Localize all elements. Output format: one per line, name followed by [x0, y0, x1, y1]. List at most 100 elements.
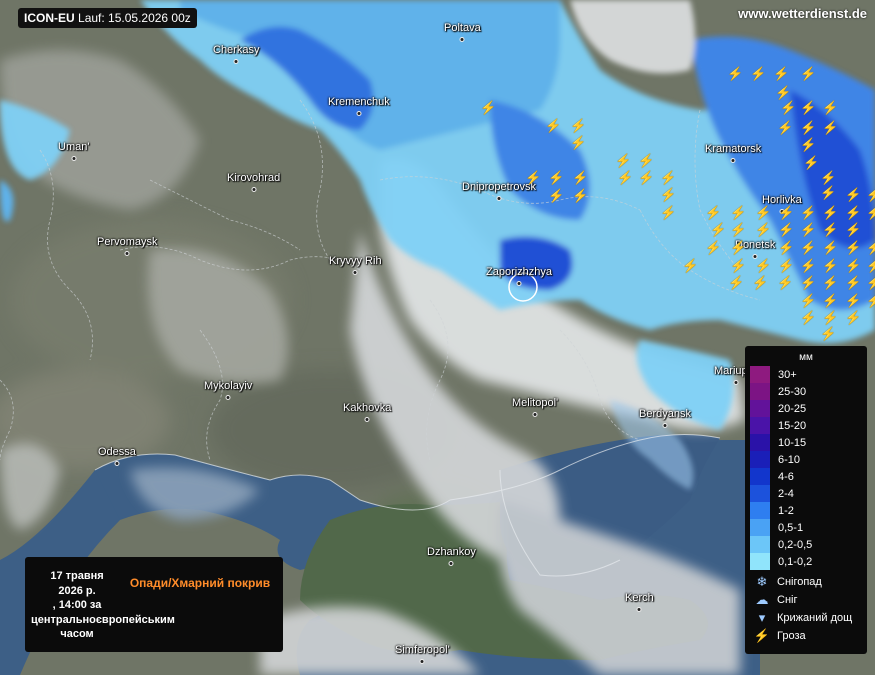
model-run-label: ICON-EU Lauf: 15.05.2026 00z	[18, 8, 197, 28]
lightning-icon: ⚡	[845, 275, 862, 290]
legend-color-swatch	[750, 451, 770, 468]
legend-color-swatch	[750, 502, 770, 519]
lightning-icon: ⚡	[660, 187, 677, 202]
legend-class-row: 0,5-1	[745, 519, 867, 536]
lightning-icon: ⚡	[822, 310, 839, 325]
city-label: Melitopol'	[512, 397, 559, 409]
legend-symbol-label: Сніг	[777, 594, 798, 606]
city-label: Simferopol'	[395, 644, 450, 656]
lightning-icon: ⚡	[572, 188, 589, 203]
city-label: Cherkasy	[213, 44, 260, 56]
lightning-icon: ⚡	[548, 170, 565, 185]
lightning-icon: ⚡	[866, 205, 875, 220]
lightning-icon: ⚡	[778, 222, 795, 237]
model-name: ICON-EU	[24, 11, 75, 25]
lightning-icon: ⚡	[682, 258, 699, 273]
legend-class-row: 0,1-0,2	[745, 553, 867, 570]
forecast-info-box: 17 травня 2026 р. , 14:00 за центральноє…	[25, 557, 283, 652]
city-label: Kerch	[625, 592, 654, 604]
lightning-icon: ⚡	[866, 258, 875, 273]
lightning-icon: ⚡	[822, 275, 839, 290]
lightning-icon: ⚡	[800, 258, 817, 273]
lightning-icon: ⚡	[845, 293, 862, 308]
date-line: , 14:00 за	[52, 599, 102, 611]
legend-color-swatch	[750, 366, 770, 383]
legend-color-swatch	[750, 400, 770, 417]
lightning-icon: ⚡	[728, 275, 745, 290]
lightning-icon: ⚡	[845, 240, 862, 255]
legend-class-label: 15-20	[778, 419, 807, 432]
lightning-icon: ⚡	[820, 326, 837, 341]
lightning-icon: ⚡	[705, 205, 722, 220]
lightning-icon: ⚡	[615, 153, 632, 168]
legend-class-row: 1-2	[745, 502, 867, 519]
city-label: Kirovohrad	[227, 172, 281, 184]
lightning-icon: ⚡	[845, 258, 862, 273]
lightning-icon: ⚡	[730, 222, 747, 237]
lightning-icon: ⚡	[800, 205, 817, 220]
legend-class-label: 1-2	[778, 504, 794, 517]
city-label: Kramatorsk	[705, 143, 762, 155]
lightning-icon: ⚡	[777, 275, 794, 290]
lightning-icon: ⚡	[570, 135, 587, 150]
lightning-icon: ⚡	[730, 205, 747, 220]
legend-class-row: 15-20	[745, 417, 867, 434]
lightning-icon: ⚡	[545, 118, 562, 133]
snow-cloud-icon: ☁	[755, 592, 769, 607]
lightning-icon: ⚡	[778, 258, 795, 273]
lightning-icon: ⚡	[822, 100, 839, 115]
lightning-icon: ⚡	[727, 66, 744, 81]
lightning-icon: ⚡	[800, 120, 817, 135]
legend-class-row: 30+	[745, 366, 867, 383]
lightning-icon: ⚡	[800, 240, 817, 255]
lightning-icon: ⚡	[822, 120, 839, 135]
freezing-rain-icon: ▾	[758, 610, 766, 625]
legend-class-label: 25-30	[778, 385, 807, 398]
lightning-icon: ⚡	[525, 170, 542, 185]
lightning-icon: ⚡	[638, 170, 655, 185]
date-line: часом	[60, 628, 94, 640]
city-label: Kakhovka	[343, 402, 392, 414]
date-line: центральноєвропейським	[31, 613, 175, 626]
lightning-icon: ⚡	[800, 222, 817, 237]
city-label: Pervomaysk	[97, 236, 158, 248]
legend-class-label: 30+	[778, 368, 797, 381]
lightning-icon: ⚡	[755, 205, 772, 220]
legend-class-row: 0,2-0,5	[745, 536, 867, 553]
lightning-icon: ⚡	[773, 66, 790, 81]
lightning-icon: ⚡	[822, 258, 839, 273]
legend-color-swatch	[750, 485, 770, 502]
lightning-icon: ⚡	[866, 240, 875, 255]
lightning-icon: ⚡	[730, 258, 747, 273]
legend-freezing-rain: ▾ Крижаний дощ	[753, 609, 867, 627]
city-label: Berdyansk	[639, 408, 691, 420]
lightning-icon: ⚡	[866, 293, 875, 308]
lightning-icon: ⚡	[638, 153, 655, 168]
legend-class-label: 0,1-0,2	[778, 555, 813, 568]
legend-class-label: 4-6	[778, 470, 794, 483]
lightning-icon: ⚡	[845, 222, 862, 237]
lightning-icon: ⚡	[752, 275, 769, 290]
city-label: Poltava	[444, 22, 481, 34]
legend-color-swatch	[750, 417, 770, 434]
legend-class-row: 10-15	[745, 434, 867, 451]
lightning-icon: ⚡	[780, 100, 797, 115]
lightning-icon: ⚡	[822, 205, 839, 220]
lightning-icon: ⚡	[845, 205, 862, 220]
watermark: www.wetterdienst.de	[738, 6, 867, 21]
lightning-icon: ⚡	[750, 66, 767, 81]
lightning-icon: ⚡	[822, 293, 839, 308]
legend-symbol-label: Крижаний дощ	[777, 612, 853, 624]
city-label: Dzhankoy	[427, 546, 476, 558]
lightning-icon: ⚡	[777, 120, 794, 135]
precipitation-legend: мм 30+ 25-30 20-25 15-20 10-15 6-10 4-6 2-4 1-2 0…	[745, 346, 867, 654]
lightning-icon: ⚡	[800, 293, 817, 308]
lightning-icon: ⚡	[617, 170, 634, 185]
lightning-icon: ⚡	[755, 258, 772, 273]
lightning-icon: ⚡	[866, 187, 875, 202]
city-label: Kryvyy Rih	[329, 255, 382, 267]
lightning-icon: ⚡	[822, 222, 839, 237]
model-run-time: Lauf: 15.05.2026 00z	[78, 11, 191, 25]
lightning-icon: ⚡	[548, 188, 565, 203]
lightning-icon: ⚡	[800, 275, 817, 290]
